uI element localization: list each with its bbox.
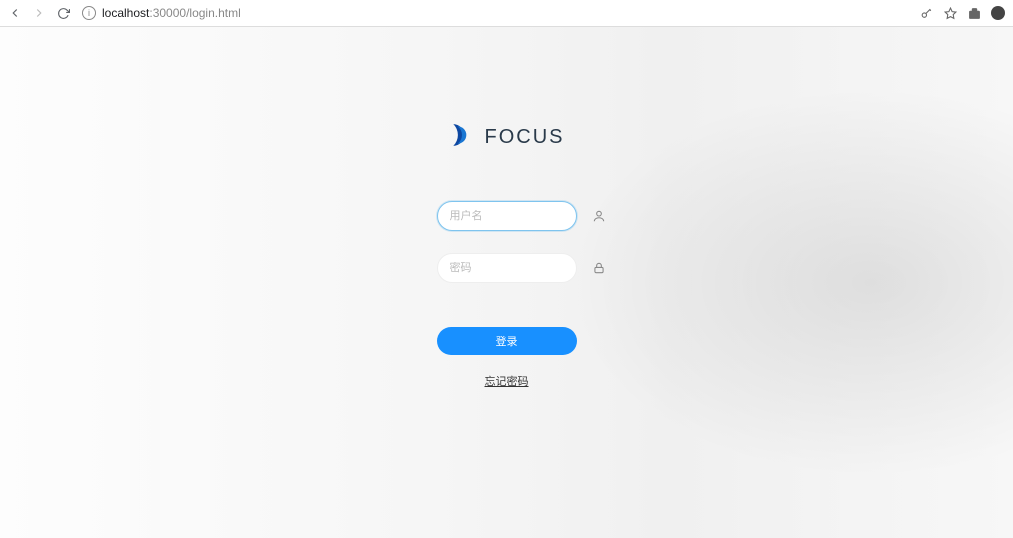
- url-path: :30000/login.html: [149, 6, 240, 20]
- key-icon[interactable]: [919, 6, 933, 20]
- browser-toolbar: i localhost:30000/login.html: [0, 0, 1013, 27]
- username-input[interactable]: [450, 210, 592, 222]
- password-input[interactable]: [450, 262, 592, 274]
- login-page: FOCUS 登录 忘记密码: [0, 27, 1013, 538]
- profile-avatar[interactable]: [991, 6, 1005, 20]
- logo-text: FOCUS: [485, 126, 565, 149]
- toolbar-right-icons: [919, 6, 1005, 20]
- app-logo: FOCUS: [449, 122, 565, 153]
- forward-button[interactable]: [32, 6, 46, 20]
- lock-icon: [592, 261, 606, 275]
- reload-button[interactable]: [56, 6, 70, 20]
- url-host: localhost: [102, 6, 149, 20]
- site-info-icon[interactable]: i: [82, 6, 96, 20]
- extension-icon[interactable]: [967, 6, 981, 20]
- login-panel: FOCUS 登录 忘记密码: [402, 122, 612, 538]
- password-field[interactable]: [437, 253, 577, 283]
- star-icon[interactable]: [943, 6, 957, 20]
- logo-mark-icon: [449, 122, 475, 153]
- nav-arrows: [8, 6, 70, 20]
- forgot-password-link[interactable]: 忘记密码: [485, 373, 529, 389]
- user-icon: [592, 209, 606, 223]
- address-bar[interactable]: i localhost:30000/login.html: [78, 6, 911, 20]
- login-button[interactable]: 登录: [437, 327, 577, 355]
- username-field[interactable]: [437, 201, 577, 231]
- back-button[interactable]: [8, 6, 22, 20]
